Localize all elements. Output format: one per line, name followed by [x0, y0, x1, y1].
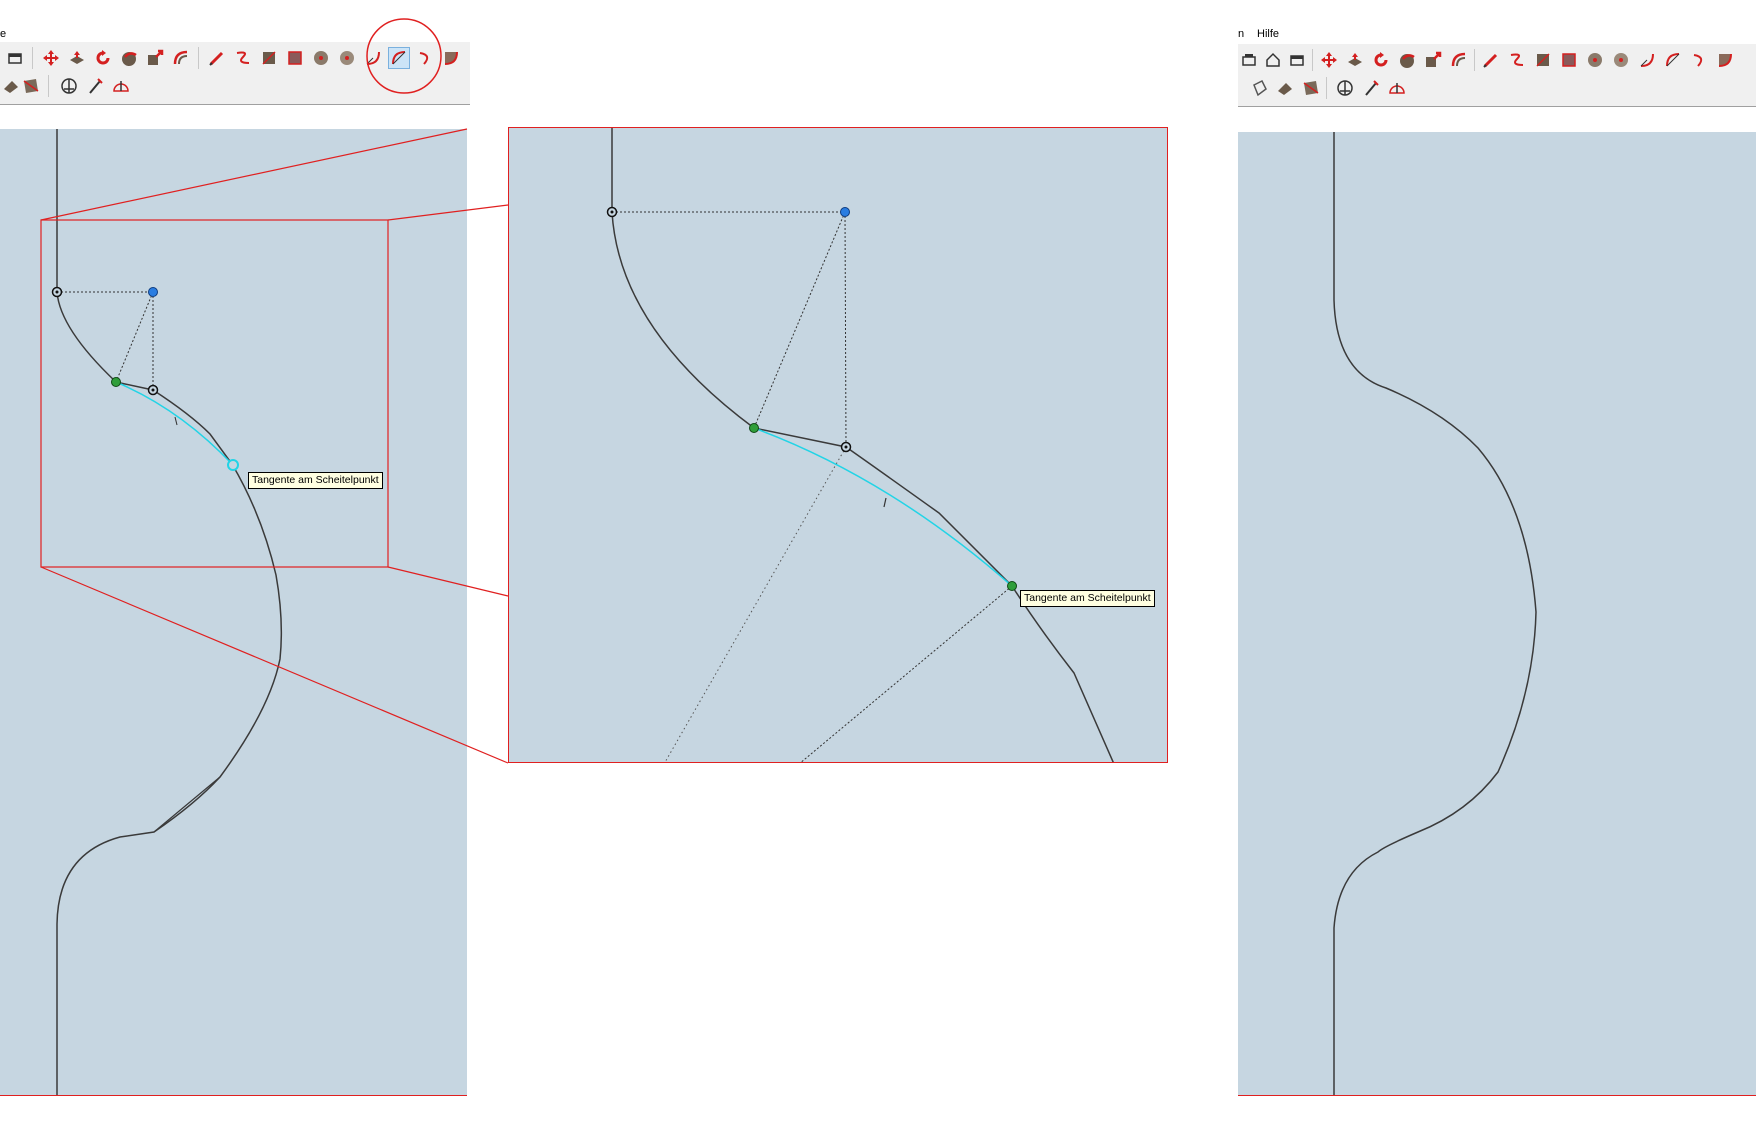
zoom-panel: Tangente am Scheitelpunkt	[508, 127, 1168, 763]
polygon-icon[interactable]	[1610, 49, 1632, 71]
offset-icon[interactable]	[170, 47, 192, 69]
followme-icon[interactable]	[1396, 49, 1418, 71]
center-point-marker	[840, 207, 850, 217]
circle-icon[interactable]	[310, 47, 332, 69]
scale-icon[interactable]	[144, 47, 166, 69]
right-toolbar-row-2	[1238, 75, 1756, 103]
profile-edge-zoomed	[611, 128, 1114, 762]
tangent-point-marker	[749, 423, 759, 433]
viewport-bottom-border	[0, 1095, 467, 1096]
pushpull-icon[interactable]	[1344, 49, 1366, 71]
paint-icon[interactable]	[0, 75, 22, 97]
move-icon[interactable]	[40, 47, 62, 69]
menu-fragment-right[interactable]: n	[1238, 28, 1244, 40]
followme-icon[interactable]	[118, 47, 140, 69]
right-viewport[interactable]	[1238, 132, 1756, 1095]
two-point-arc-icon[interactable]	[1662, 49, 1684, 71]
tape-icon[interactable]	[1360, 77, 1382, 99]
tooltip-tangent: Tangente am Scheitelpunkt	[248, 472, 383, 489]
pencil-icon[interactable]	[206, 47, 228, 69]
freehand-icon[interactable]	[232, 47, 254, 69]
right-window: n Hilfe	[1238, 0, 1756, 1105]
protractor-icon[interactable]	[1386, 77, 1408, 99]
move-icon[interactable]	[1318, 49, 1340, 71]
left-viewport[interactable]: Tangente am Scheitelpunkt	[0, 129, 467, 1095]
offset-icon[interactable]	[1448, 49, 1470, 71]
rotate-icon[interactable]	[1370, 49, 1392, 71]
rotated-rectangle-icon[interactable]	[284, 47, 306, 69]
right-toolbar-row-1	[1238, 47, 1756, 75]
paint-icon[interactable]	[1274, 77, 1296, 99]
right-toolbar	[1238, 44, 1756, 107]
polygon-icon[interactable]	[336, 47, 358, 69]
print-icon[interactable]	[1238, 49, 1260, 71]
profile-edge	[56, 129, 283, 1095]
dimension-icon[interactable]	[58, 75, 80, 97]
dimension-icon[interactable]	[1334, 77, 1356, 99]
eraser-icon[interactable]	[20, 75, 42, 97]
paint-bucket-icon[interactable]	[1248, 77, 1270, 99]
three-point-arc-icon[interactable]	[1688, 49, 1710, 71]
home-icon[interactable]	[4, 47, 26, 69]
profile-edge-final	[1333, 132, 1537, 1095]
center-point-marker	[148, 287, 158, 297]
pencil-icon[interactable]	[1480, 49, 1502, 71]
rectangle-icon[interactable]	[1532, 49, 1554, 71]
menu-fragment-left[interactable]: e	[0, 28, 6, 40]
rotate-icon[interactable]	[92, 47, 114, 69]
zoom-region-box	[40, 219, 389, 568]
active-tool-highlight	[366, 18, 442, 94]
menu-help[interactable]: Hilfe	[1257, 28, 1279, 40]
circle-icon[interactable]	[1584, 49, 1606, 71]
right-viewport-bottom-border	[1238, 1095, 1756, 1096]
warehouse-icon[interactable]	[1286, 49, 1308, 71]
scale-icon[interactable]	[1422, 49, 1444, 71]
rotated-rectangle-icon[interactable]	[1558, 49, 1580, 71]
home-icon[interactable]	[1262, 49, 1284, 71]
freehand-icon[interactable]	[1506, 49, 1528, 71]
left-window: e Tangente am Scheitelpunkt	[0, 0, 470, 1105]
cursor-point-marker	[1007, 581, 1017, 591]
pushpull-icon[interactable]	[66, 47, 88, 69]
pie-icon[interactable]	[1714, 49, 1736, 71]
pie-icon[interactable]	[440, 47, 462, 69]
tangent-point-marker	[111, 377, 121, 387]
cursor-point-marker	[227, 459, 239, 471]
protractor-icon[interactable]	[110, 75, 132, 97]
arc-icon[interactable]	[1636, 49, 1658, 71]
eraser-icon[interactable]	[1300, 77, 1322, 99]
tooltip-tangent-zoomed: Tangente am Scheitelpunkt	[1020, 590, 1155, 607]
rectangle-icon[interactable]	[258, 47, 280, 69]
tape-icon[interactable]	[84, 75, 106, 97]
